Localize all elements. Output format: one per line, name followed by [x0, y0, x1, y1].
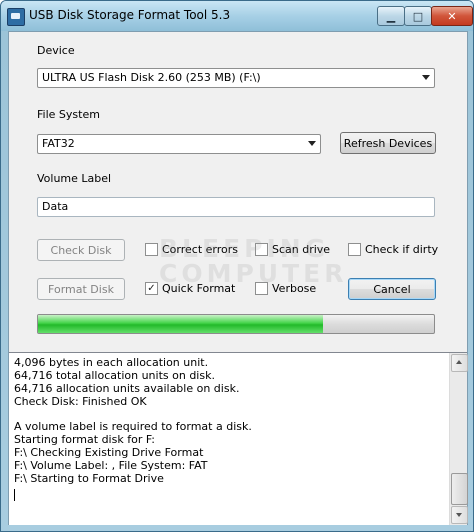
file-system-dropdown-value: FAT32: [42, 137, 75, 150]
check-if-dirty-checkbox[interactable]: Check if dirty: [348, 243, 438, 256]
file-system-dropdown[interactable]: FAT32: [37, 134, 321, 154]
device-label: Device: [37, 44, 75, 57]
verbose-box: [255, 282, 268, 295]
log-scrollbar[interactable]: [449, 353, 468, 525]
scroll-up-icon[interactable]: [451, 354, 468, 372]
correct-errors-checkbox[interactable]: Correct errors: [145, 243, 238, 256]
device-dropdown-value: ULTRA US Flash Disk 2.60 (253 MB) (F:\): [42, 71, 261, 84]
volume-label-input[interactable]: Data: [37, 197, 435, 217]
text-caret: [14, 489, 15, 501]
scroll-thumb[interactable]: [451, 473, 468, 505]
check-if-dirty-box: [348, 243, 361, 256]
title-bar[interactable]: USB Disk Storage Format Tool 5.3 ▁ □ ✕: [1, 1, 473, 31]
log-lines: 4,096 bytes in each allocation unit. 64,7…: [14, 356, 444, 486]
quick-format-box: ✓: [145, 282, 158, 295]
correct-errors-box: [145, 243, 158, 256]
maximize-button[interactable]: □: [404, 6, 432, 26]
format-progress-bar: [37, 314, 435, 334]
chevron-down-icon: [422, 75, 430, 80]
log-line: 4,096 bytes in each allocation unit.: [14, 356, 209, 369]
close-button[interactable]: ✕: [431, 6, 473, 26]
scan-drive-label: Scan drive: [272, 243, 331, 256]
scan-drive-box: [255, 243, 268, 256]
quick-format-checkbox[interactable]: ✓ Quick Format: [145, 282, 235, 295]
file-system-label: File System: [37, 108, 100, 121]
format-disk-button[interactable]: Format Disk: [37, 278, 125, 300]
app-window: USB Disk Storage Format Tool 5.3 ▁ □ ✕ D…: [0, 0, 474, 532]
check-if-dirty-label: Check if dirty: [365, 243, 439, 256]
log-line: F:\ Starting to Format Drive: [14, 472, 164, 486]
log-line: Check Disk: Finished OK: [14, 394, 147, 408]
minimize-button[interactable]: ▁: [377, 6, 405, 26]
cancel-button[interactable]: Cancel: [348, 278, 436, 300]
main-panel: Device ULTRA US Flash Disk 2.60 (253 MB)…: [8, 31, 468, 525]
refresh-devices-button[interactable]: Refresh Devices: [340, 132, 436, 154]
log-line: 64,716 total allocation units on disk.: [14, 368, 215, 382]
volume-label-value: Data: [42, 200, 69, 213]
scroll-down-icon[interactable]: [451, 506, 468, 524]
progress-fill: [38, 315, 324, 333]
log-line: 64,716 allocation units available on dis…: [14, 381, 240, 395]
device-dropdown[interactable]: ULTRA US Flash Disk 2.60 (253 MB) (F:\): [37, 68, 435, 88]
window-title: USB Disk Storage Format Tool 5.3: [29, 8, 231, 22]
usb-drive-icon: [7, 8, 25, 26]
scan-drive-checkbox[interactable]: Scan drive: [255, 243, 330, 256]
volume-label-label: Volume Label: [37, 172, 112, 185]
chevron-down-icon: [308, 141, 316, 146]
log-output[interactable]: 4,096 bytes in each allocation unit. 64,7…: [9, 352, 468, 525]
check-disk-button[interactable]: Check Disk: [37, 239, 125, 261]
correct-errors-label: Correct errors: [162, 243, 239, 256]
verbose-checkbox[interactable]: Verbose: [255, 282, 316, 295]
quick-format-label: Quick Format: [162, 282, 236, 295]
verbose-label: Verbose: [272, 282, 317, 295]
